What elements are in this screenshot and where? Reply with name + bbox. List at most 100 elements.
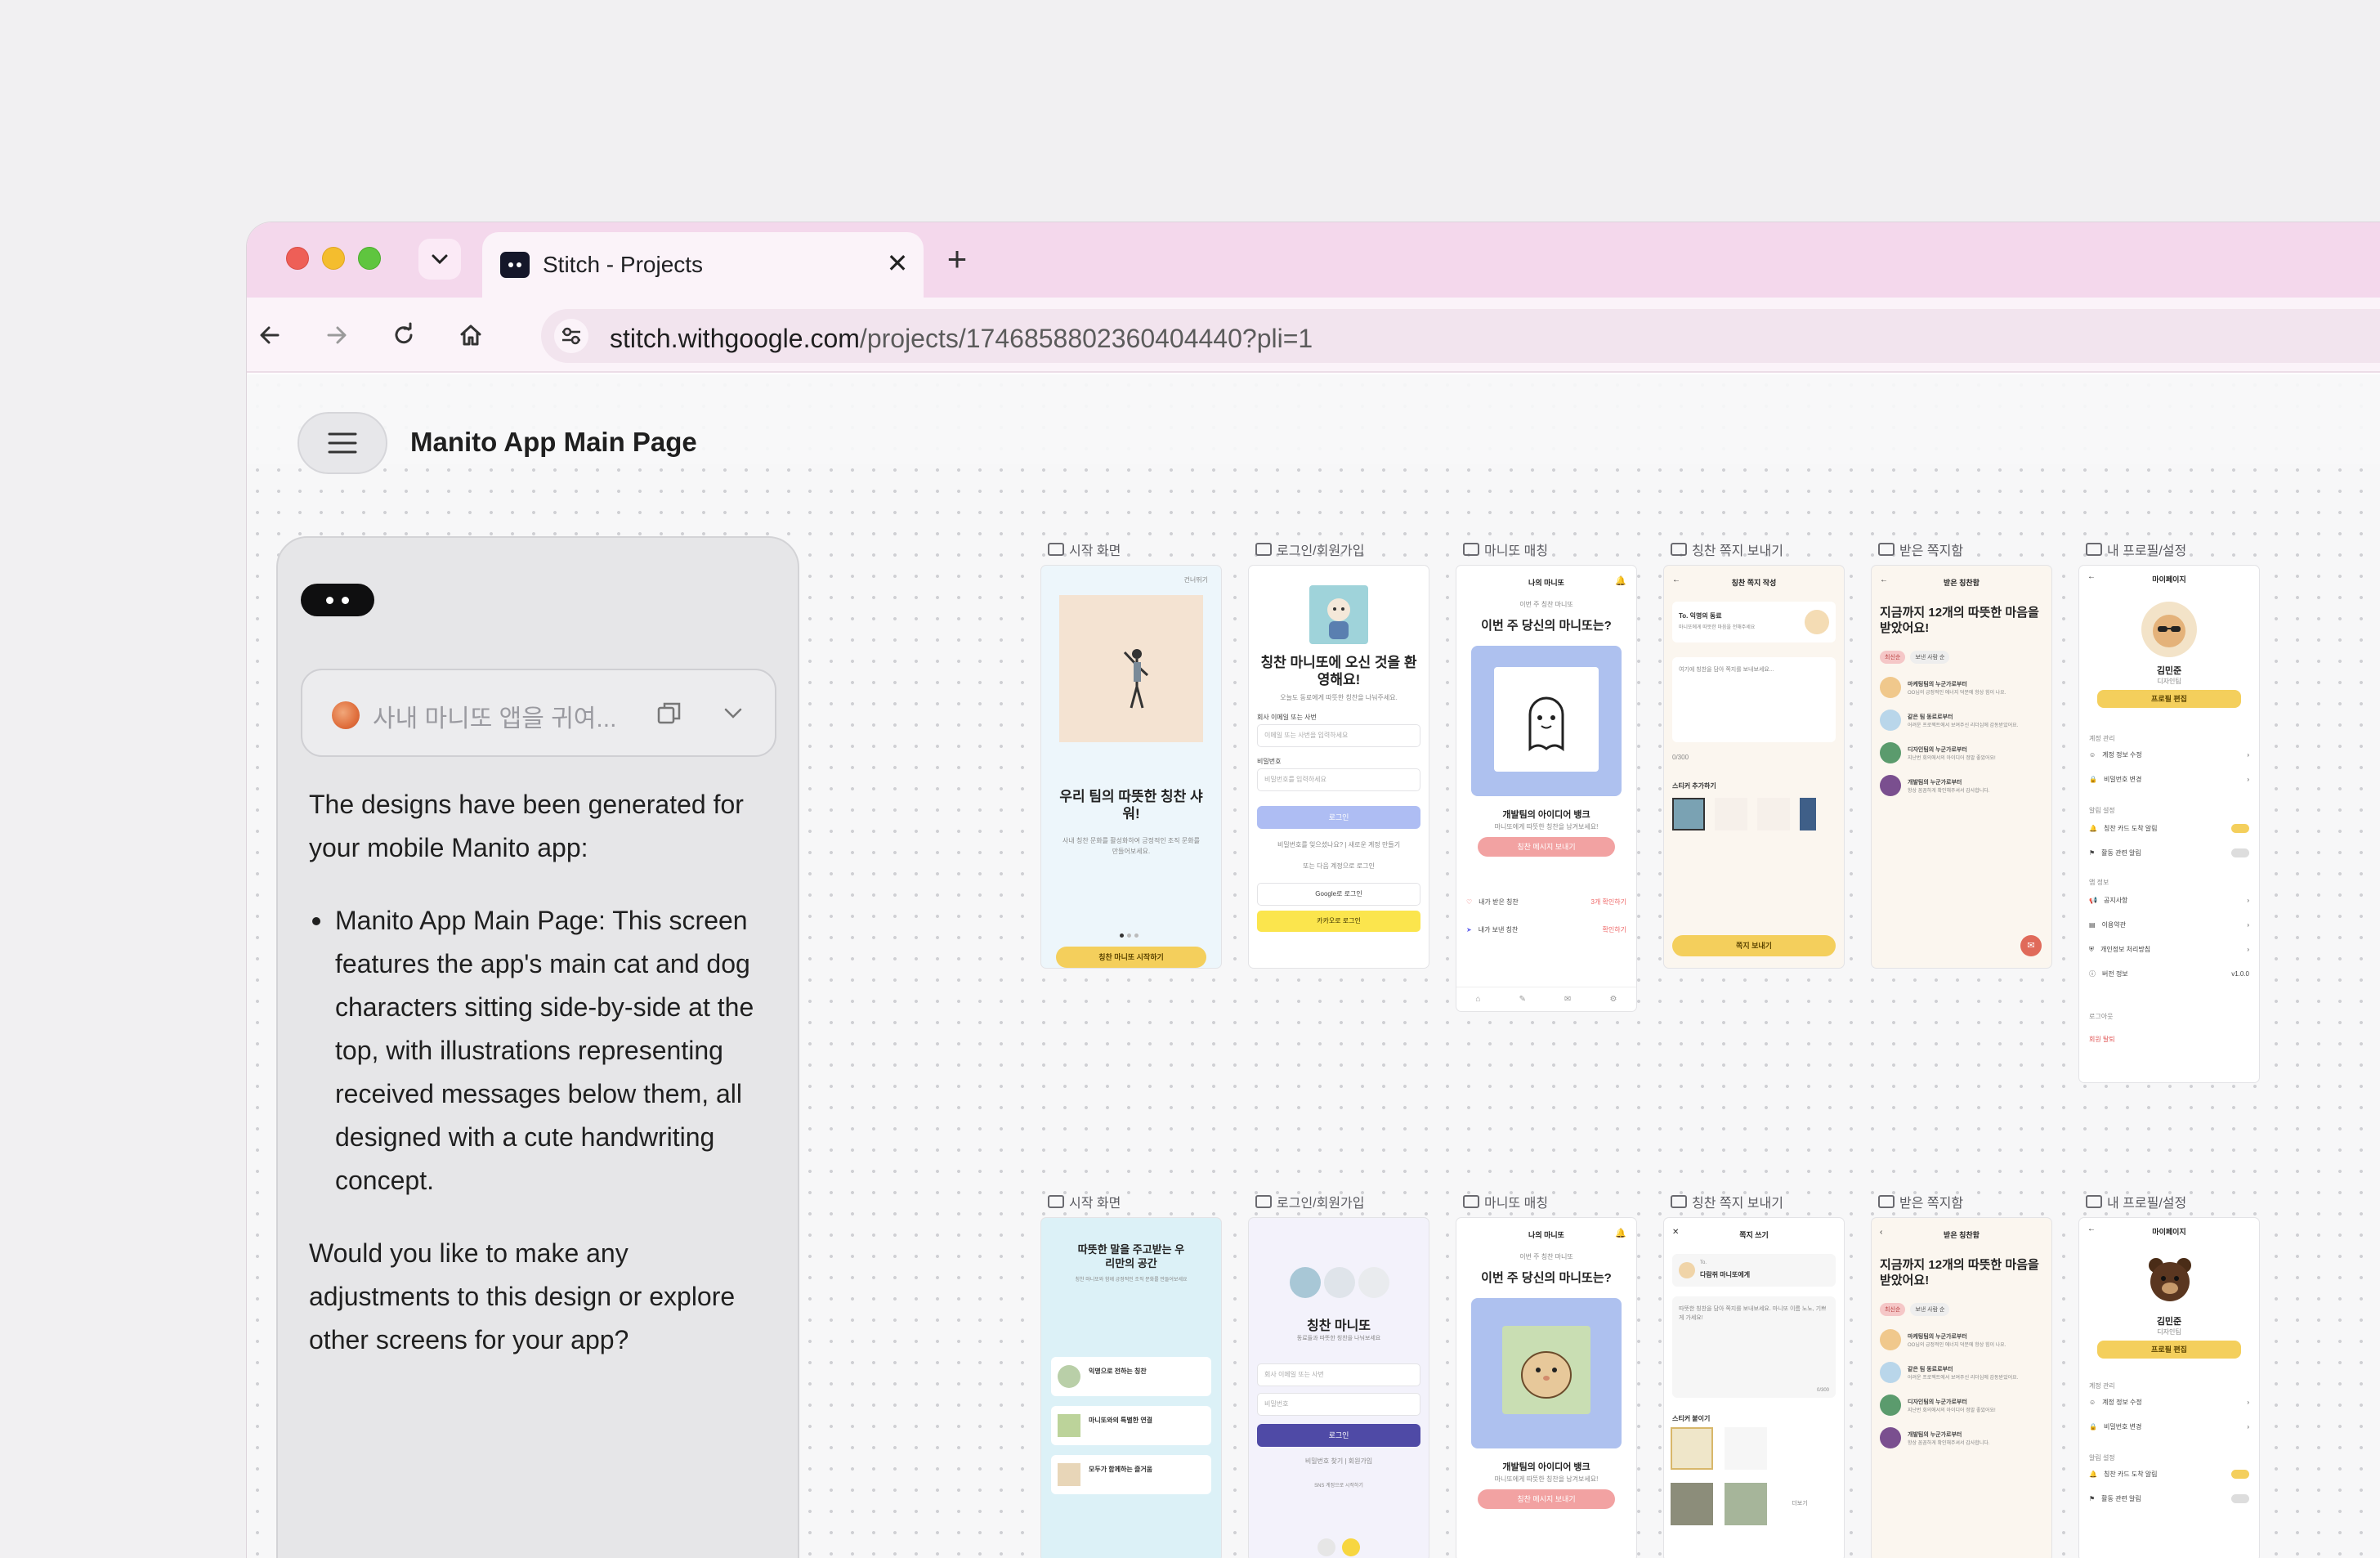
login-button[interactable]: 로그인 — [1257, 1424, 1420, 1447]
password-field[interactable]: 비밀번호 — [1257, 1393, 1420, 1416]
address-bar[interactable]: stitch.withgoogle.com/projects/174685880… — [541, 309, 2380, 363]
nav-home-icon[interactable]: ⌂ — [1476, 995, 1481, 1004]
sticker-item[interactable] — [1715, 798, 1747, 830]
screen-login-alt[interactable]: 칭찬 마니또 동료들과 따뜻한 칭찬을 나눠보세요 회사 이메일 또는 사번 비… — [1249, 1218, 1429, 1558]
compose-fab-icon[interactable]: ✉ — [2020, 935, 2042, 956]
skip-link[interactable]: 건너뛰기 — [1184, 575, 1208, 584]
screen-inbox[interactable]: ← 받은 칭찬함 지금까지 12개의 따뜻한 마음을 받았어요! 최신순 보낸 … — [1872, 566, 2051, 968]
toggle-row[interactable]: ⚑ 활동 관련 알림 — [2089, 848, 2249, 857]
send-compliment-button[interactable]: 칭찬 메시지 보내기 — [1478, 1489, 1615, 1509]
forward-button[interactable] — [315, 314, 358, 356]
sticker-item[interactable] — [1800, 798, 1816, 830]
menu-row[interactable]: ⛨ 개인정보 처리방침 › — [2089, 945, 2249, 954]
note-item[interactable]: 개발팀의 누군가로부터 항상 꼼꼼하게 확인해주셔서 감사합니다. — [1880, 1427, 2043, 1448]
edit-profile-button[interactable]: 프로필 편집 — [2097, 1341, 2241, 1359]
logout-link[interactable]: 로그아웃 — [2089, 1012, 2113, 1021]
auth-links[interactable]: 비밀번호 찾기 | 회원가입 — [1249, 1457, 1429, 1466]
screen-profile-alt[interactable]: ← 마이페이지 김민준 디자인팀 프로필 편집 계정 관리 ☺ 계정 정보 수정 ›… — [2079, 1218, 2259, 1558]
chip-sender[interactable]: 보낸 사람 순 — [1910, 1303, 1950, 1316]
screen-label[interactable]: 로그인/회원가입 — [1255, 1192, 1365, 1211]
screen-matching-alt[interactable]: 나의 마니또 🔔 이번 주 칭찬 마니또 이번 주 당신의 마니또는? 개발팀의… — [1456, 1218, 1636, 1558]
note-item[interactable]: 개발팀의 누군가로부터 항상 꼼꼼하게 확인해주셔서 감사합니다. — [1880, 775, 2043, 796]
toggle-row[interactable]: 🔔 칭찬 카드 도착 알림 — [2089, 824, 2249, 833]
screen-label[interactable]: 칭찬 쪽지 보내기 — [1671, 1192, 1783, 1211]
menu-row[interactable]: 🔒 비밀번호 변경 › — [2089, 775, 2249, 784]
google-login-button[interactable]: Google로 로그인 — [1257, 883, 1420, 906]
nav-settings-icon[interactable]: ⚙ — [1609, 995, 1617, 1004]
menu-row[interactable]: ☺ 계정 정보 수정 › — [2089, 1398, 2249, 1407]
menu-row[interactable]: 🔒 비밀번호 변경 › — [2089, 1422, 2249, 1431]
stitch-canvas[interactable]: Manito App Main Page 사내 마니또 앱을 귀여... The… — [247, 374, 2380, 1558]
chevron-down-icon[interactable] — [719, 700, 747, 728]
toggle-on[interactable] — [2231, 824, 2249, 833]
toggle-off[interactable] — [2231, 848, 2249, 857]
copy-icon[interactable] — [655, 700, 683, 728]
sns-button[interactable] — [1318, 1538, 1335, 1556]
bell-icon[interactable]: 🔔 — [1615, 1228, 1626, 1238]
menu-row[interactable]: 📢 공지사항 › — [2089, 896, 2249, 905]
screen-send-note[interactable]: ← 칭찬 쪽지 작성 To. 익명의 동료 마니또에게 따뜻한 마음을 전해주세… — [1664, 566, 1844, 968]
send-compliment-button[interactable]: 칭찬 메시지 보내기 — [1478, 837, 1615, 857]
sticker-item[interactable] — [1778, 1427, 1821, 1470]
send-note-button[interactable]: 쪽지 보내기 — [1672, 935, 1836, 956]
login-button[interactable]: 로그인 — [1257, 806, 1420, 829]
edit-profile-button[interactable]: 프로필 편집 — [2097, 690, 2241, 708]
close-window-button[interactable] — [286, 247, 309, 270]
reload-button[interactable] — [382, 314, 425, 356]
screen-label[interactable]: 시작 화면 — [1048, 539, 1121, 559]
kakao-login-button[interactable]: 카카오로 로그인 — [1257, 911, 1420, 932]
tab-search-button[interactable] — [418, 239, 461, 280]
bell-icon[interactable]: 🔔 — [1615, 575, 1626, 586]
back-button[interactable] — [248, 314, 291, 356]
screen-label[interactable]: 내 프로필/설정 — [2086, 1192, 2186, 1211]
screen-inbox-alt[interactable]: ‹ 받은 칭찬함 지금까지 12개의 따뜻한 마음을 받았어요! 최신순 보낸 … — [1872, 1218, 2051, 1558]
more-stickers-button[interactable]: 더보기 — [1778, 1483, 1821, 1525]
screen-label[interactable]: 마니또 매칭 — [1463, 1192, 1548, 1211]
note-item[interactable]: 디자인팀의 누군가로부터 지난번 회의에서의 아이디어 정말 좋았어요! — [1880, 742, 2043, 763]
maximize-window-button[interactable] — [358, 247, 381, 270]
sns-button[interactable] — [1342, 1538, 1360, 1556]
withdraw-link[interactable]: 회원 탈퇴 — [2089, 1035, 2115, 1044]
minimize-window-button[interactable] — [322, 247, 345, 270]
site-settings-icon[interactable] — [554, 319, 588, 353]
screen-profile[interactable]: ← 마이페이지 김민준 디자인팀 프로필 편집 계정 관리 ☺ 계정 정보 수정 ›… — [2079, 566, 2259, 1082]
received-row[interactable]: ♡ 내가 받은 칭찬 3개 확인하기 — [1466, 898, 1626, 907]
sticker-item[interactable] — [1671, 1483, 1713, 1525]
note-item[interactable]: 디자인팀의 누군가로부터 지난번 회의에서의 아이디어 정말 좋았어요! — [1880, 1395, 2043, 1416]
home-button[interactable] — [450, 314, 492, 356]
screen-label[interactable]: 받은 쪽지함 — [1878, 1192, 1963, 1211]
screen-start-alt[interactable]: 따뜻한 말을 주고받는 우리만의 공간 칭찬 마니또와 함께 긍정적인 조직 문… — [1041, 1218, 1221, 1558]
screen-label[interactable]: 칭찬 쪽지 보내기 — [1671, 539, 1783, 559]
sent-row[interactable]: ➤ 내가 보낸 칭찬 확인하기 — [1466, 925, 1626, 934]
sticker-item[interactable] — [1671, 1427, 1713, 1470]
screen-label[interactable]: 로그인/회원가입 — [1255, 539, 1365, 559]
nav-inbox-icon[interactable]: ✉ — [1564, 995, 1571, 1004]
screen-label[interactable]: 받은 쪽지함 — [1878, 539, 1963, 559]
screen-label[interactable]: 마니또 매칭 — [1463, 539, 1548, 559]
chip-latest[interactable]: 최신순 — [1880, 1303, 1906, 1316]
email-field[interactable]: 이메일 또는 사번을 입력하세요 — [1257, 724, 1420, 747]
note-item[interactable]: 같은 팀 동료로부터 어려운 프로젝트에서 보여주신 리더십에 감동받았어요. — [1880, 1362, 2043, 1383]
toggle-off[interactable] — [2231, 1494, 2249, 1503]
password-field[interactable]: 비밀번호를 입력하세요 — [1257, 768, 1420, 791]
chip-latest[interactable]: 최신순 — [1880, 651, 1906, 664]
screen-login[interactable]: 칭찬 마니또에 오신 것을 환영해요! 오늘도 동료에게 따뜻한 칭찬을 나눠주… — [1249, 566, 1429, 968]
toggle-row[interactable]: 🔔 칭찬 카드 도착 알림 — [2089, 1470, 2249, 1479]
sticker-item[interactable] — [1672, 798, 1705, 830]
tab-stitch-projects[interactable]: Stitch - Projects ✕ — [482, 232, 924, 298]
note-item[interactable]: 같은 팀 동료로부터 어려운 프로젝트에서 보여주신 리더십에 감동받았어요. — [1880, 710, 2043, 731]
email-field[interactable]: 회사 이메일 또는 사번 — [1257, 1363, 1420, 1386]
menu-row[interactable]: ☺ 계정 정보 수정 › — [2089, 750, 2249, 759]
tab-close-button[interactable]: ✕ — [883, 248, 912, 278]
note-item[interactable]: 마케팅팀의 누군가로부터 OO님의 긍정적인 에너지 덕분에 항상 힘이 나요. — [1880, 1329, 2043, 1350]
menu-row[interactable]: ▤ 이용약관 › — [2089, 920, 2249, 929]
sticker-item[interactable] — [1725, 1427, 1767, 1470]
auth-links[interactable]: 비밀번호를 잊으셨나요? | 새로운 계정 만들기 — [1257, 840, 1420, 849]
screen-send-note-alt[interactable]: ✕ 쪽지 쓰기 To. 다람쥐 마니또에게 따뜻한 칭찬을 담아 쪽지를 보내보… — [1664, 1218, 1844, 1558]
note-item[interactable]: 마케팅팀의 누군가로부터 OO님의 긍정적인 에너지 덕분에 항상 힘이 나요. — [1880, 677, 2043, 698]
sticker-item[interactable] — [1725, 1483, 1767, 1525]
menu-button[interactable] — [298, 412, 387, 474]
chip-sender[interactable]: 보낸 사람 순 — [1910, 651, 1950, 664]
start-button[interactable]: 칭찬 마니또 시작하기 — [1056, 947, 1206, 968]
message-textarea[interactable]: 여기에 칭찬을 담아 쪽지를 보내보세요... — [1672, 657, 1836, 742]
